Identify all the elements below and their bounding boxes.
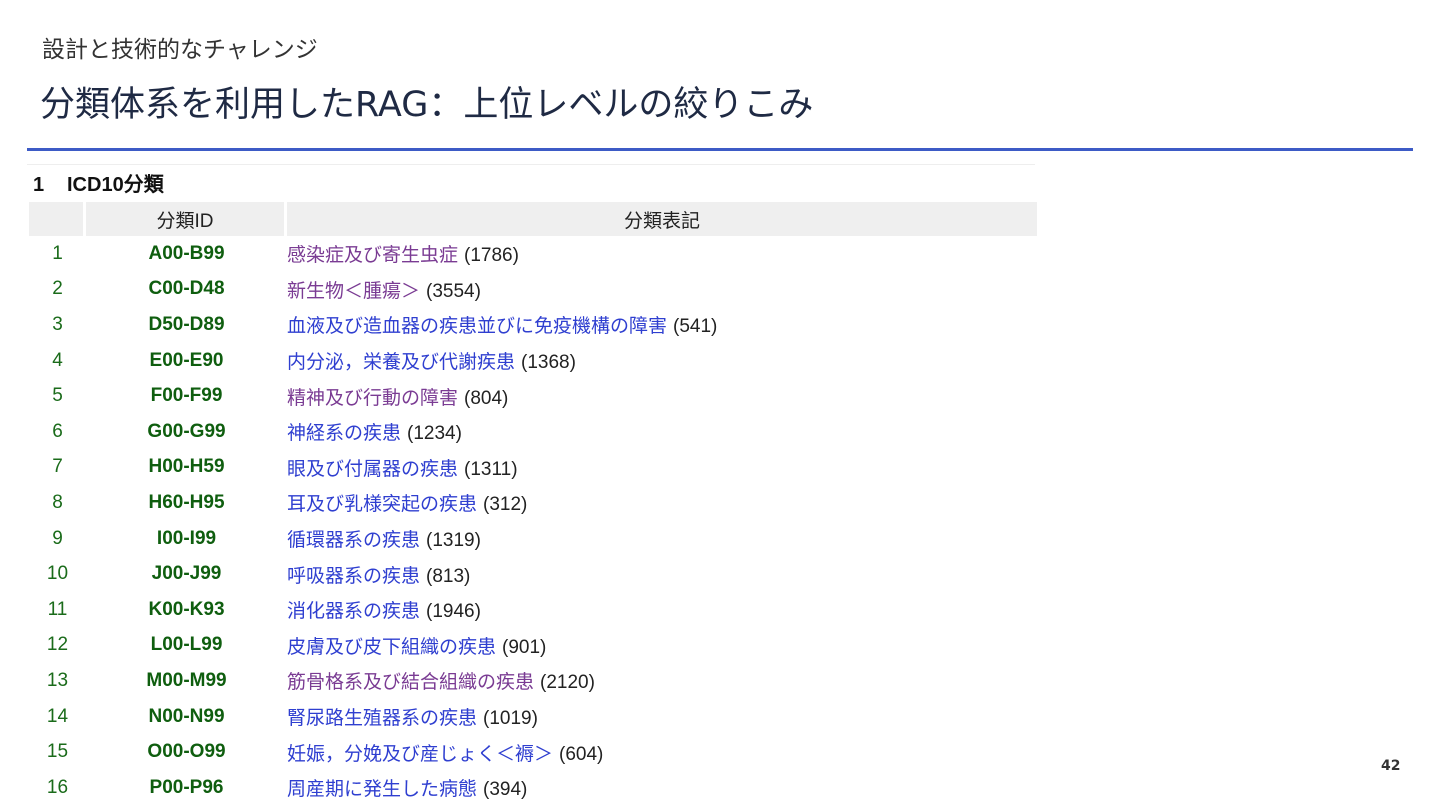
table-row: 1 A00-B99 感染症及び寄生虫症 (1786): [29, 236, 1037, 272]
category-count: (312): [483, 494, 528, 516]
slide-title: 分類体系を利用したRAG：上位レベルの絞りこみ: [40, 85, 814, 125]
section-label: 設計と技術的なチャレンジ: [42, 37, 318, 63]
table-caption: 1 ICD10分類: [33, 172, 164, 198]
category-link[interactable]: 耳及び乳様突起の疾患: [287, 494, 477, 515]
category-count: (541): [673, 316, 718, 338]
category-link[interactable]: 内分泌，栄養及び代謝疾患: [287, 352, 515, 373]
row-number: 9: [52, 527, 63, 549]
category-link[interactable]: 腎尿路生殖器系の疾患: [287, 708, 477, 729]
table-row: 12 L00-L99 皮膚及び皮下組織の疾患 (901): [29, 628, 1037, 664]
row-number: 11: [47, 598, 68, 620]
classification-id: C00-D48: [148, 278, 225, 300]
category-count: (1786): [464, 245, 519, 267]
classification-id: K00-K93: [148, 598, 225, 620]
category-count: (1319): [426, 530, 481, 552]
classification-id: H60-H95: [148, 491, 225, 513]
row-number: 8: [52, 491, 63, 513]
section-divider: [27, 164, 1035, 165]
row-number: 2: [52, 278, 63, 300]
category-link[interactable]: 周産期に発生した病態: [287, 779, 477, 800]
category-link[interactable]: 感染症及び寄生虫症: [287, 245, 458, 266]
category-count: (1311): [464, 458, 518, 480]
category-count: (813): [426, 565, 471, 587]
row-number: 3: [52, 313, 63, 335]
classification-id: A00-B99: [148, 242, 225, 264]
row-number: 1: [52, 242, 63, 264]
table-row: 6 G00-G99 神経系の疾患 (1234): [29, 414, 1037, 450]
header-number: [29, 202, 86, 236]
header-label: 分類表記: [287, 202, 1037, 236]
classification-id: P00-P96: [149, 776, 224, 798]
table-row: 4 E00-E90 内分泌，栄養及び代謝疾患 (1368): [29, 343, 1037, 379]
classification-id: M00-M99: [146, 669, 227, 691]
category-count: (2120): [540, 672, 595, 694]
table-row: 10 J00-J99 呼吸器系の疾患 (813): [29, 556, 1037, 592]
table-row: 11 K00-K93 消化器系の疾患 (1946): [29, 592, 1037, 628]
classification-id: O00-O99: [147, 741, 226, 763]
category-link[interactable]: 筋骨格系及び結合組織の疾患: [287, 672, 534, 693]
table-row: 14 N00-N99 腎尿路生殖器系の疾患 (1019): [29, 699, 1037, 735]
table-row: 8 H60-H95 耳及び乳様突起の疾患 (312): [29, 485, 1037, 521]
row-number: 7: [52, 456, 63, 478]
classification-id: H00-H59: [148, 456, 225, 478]
row-number: 12: [46, 634, 69, 656]
table-row: 2 C00-D48 新生物＜腫瘍＞ (3554): [29, 272, 1037, 308]
row-number: 4: [52, 349, 63, 371]
row-number: 5: [52, 385, 63, 407]
category-link[interactable]: 皮膚及び皮下組織の疾患: [287, 637, 496, 658]
table-row: 7 H00-H59 眼及び付属器の疾患 (1311): [29, 450, 1037, 486]
category-count: (394): [483, 779, 528, 801]
table-row: 3 D50-D89 血液及び造血器の疾患並びに免疫機構の障害 (541): [29, 307, 1037, 343]
category-count: (804): [464, 387, 509, 409]
table-row: 5 F00-F99 精神及び行動の障害 (804): [29, 378, 1037, 414]
table-header-row: 分類ID 分類表記: [29, 202, 1037, 236]
category-link[interactable]: 精神及び行動の障害: [287, 388, 458, 409]
category-link[interactable]: 神経系の疾患: [287, 423, 401, 444]
classification-id: F00-F99: [150, 385, 223, 407]
category-count: (1368): [521, 352, 576, 374]
category-link[interactable]: 呼吸器系の疾患: [287, 566, 420, 587]
category-link[interactable]: 消化器系の疾患: [287, 601, 420, 622]
classification-id: G00-G99: [147, 420, 226, 442]
category-link[interactable]: 新生物＜腫瘍＞: [287, 281, 420, 302]
category-link[interactable]: 眼及び付属器の疾患: [287, 459, 458, 480]
row-number: 10: [46, 563, 69, 585]
classification-id: L00-L99: [150, 634, 223, 656]
row-number: 14: [46, 705, 69, 727]
category-count: (604): [559, 743, 604, 765]
category-link[interactable]: 循環器系の疾患: [287, 530, 420, 551]
category-count: (3554): [426, 280, 481, 302]
category-count: (901): [502, 636, 547, 658]
category-count: (1019): [483, 708, 538, 730]
category-count: (1946): [426, 601, 481, 623]
category-link[interactable]: 血液及び造血器の疾患並びに免疫機構の障害: [287, 316, 667, 337]
classification-id: I00-I99: [156, 527, 217, 549]
classification-id: J00-J99: [151, 563, 222, 585]
row-number: 13: [46, 669, 69, 691]
header-id: 分類ID: [86, 202, 287, 236]
page-number: 42: [1381, 758, 1401, 774]
title-underline: [27, 148, 1413, 151]
table-row: 15 O00-O99 妊娠，分娩及び産じょく＜褥＞ (604): [29, 734, 1037, 770]
table-row: 9 I00-I99 循環器系の疾患 (1319): [29, 521, 1037, 557]
table-caption-title: ICD10分類: [67, 174, 164, 196]
row-number: 16: [46, 776, 69, 798]
category-count: (1234): [407, 423, 462, 445]
category-link[interactable]: 妊娠，分娩及び産じょく＜褥＞: [287, 744, 553, 765]
table-row: 13 M00-M99 筋骨格系及び結合組織の疾患 (2120): [29, 663, 1037, 699]
row-number: 15: [46, 741, 69, 763]
table-row: 16 P00-P96 周産期に発生した病態 (394): [29, 770, 1037, 806]
classification-id: N00-N99: [148, 705, 225, 727]
row-number: 6: [52, 420, 63, 442]
classification-id: D50-D89: [148, 313, 225, 335]
table-caption-number: 1: [33, 174, 45, 196]
icd10-table: 分類ID 分類表記 1 A00-B99 感染症及び寄生虫症 (1786) 2 C0…: [29, 202, 1037, 806]
classification-id: E00-E90: [149, 349, 224, 371]
